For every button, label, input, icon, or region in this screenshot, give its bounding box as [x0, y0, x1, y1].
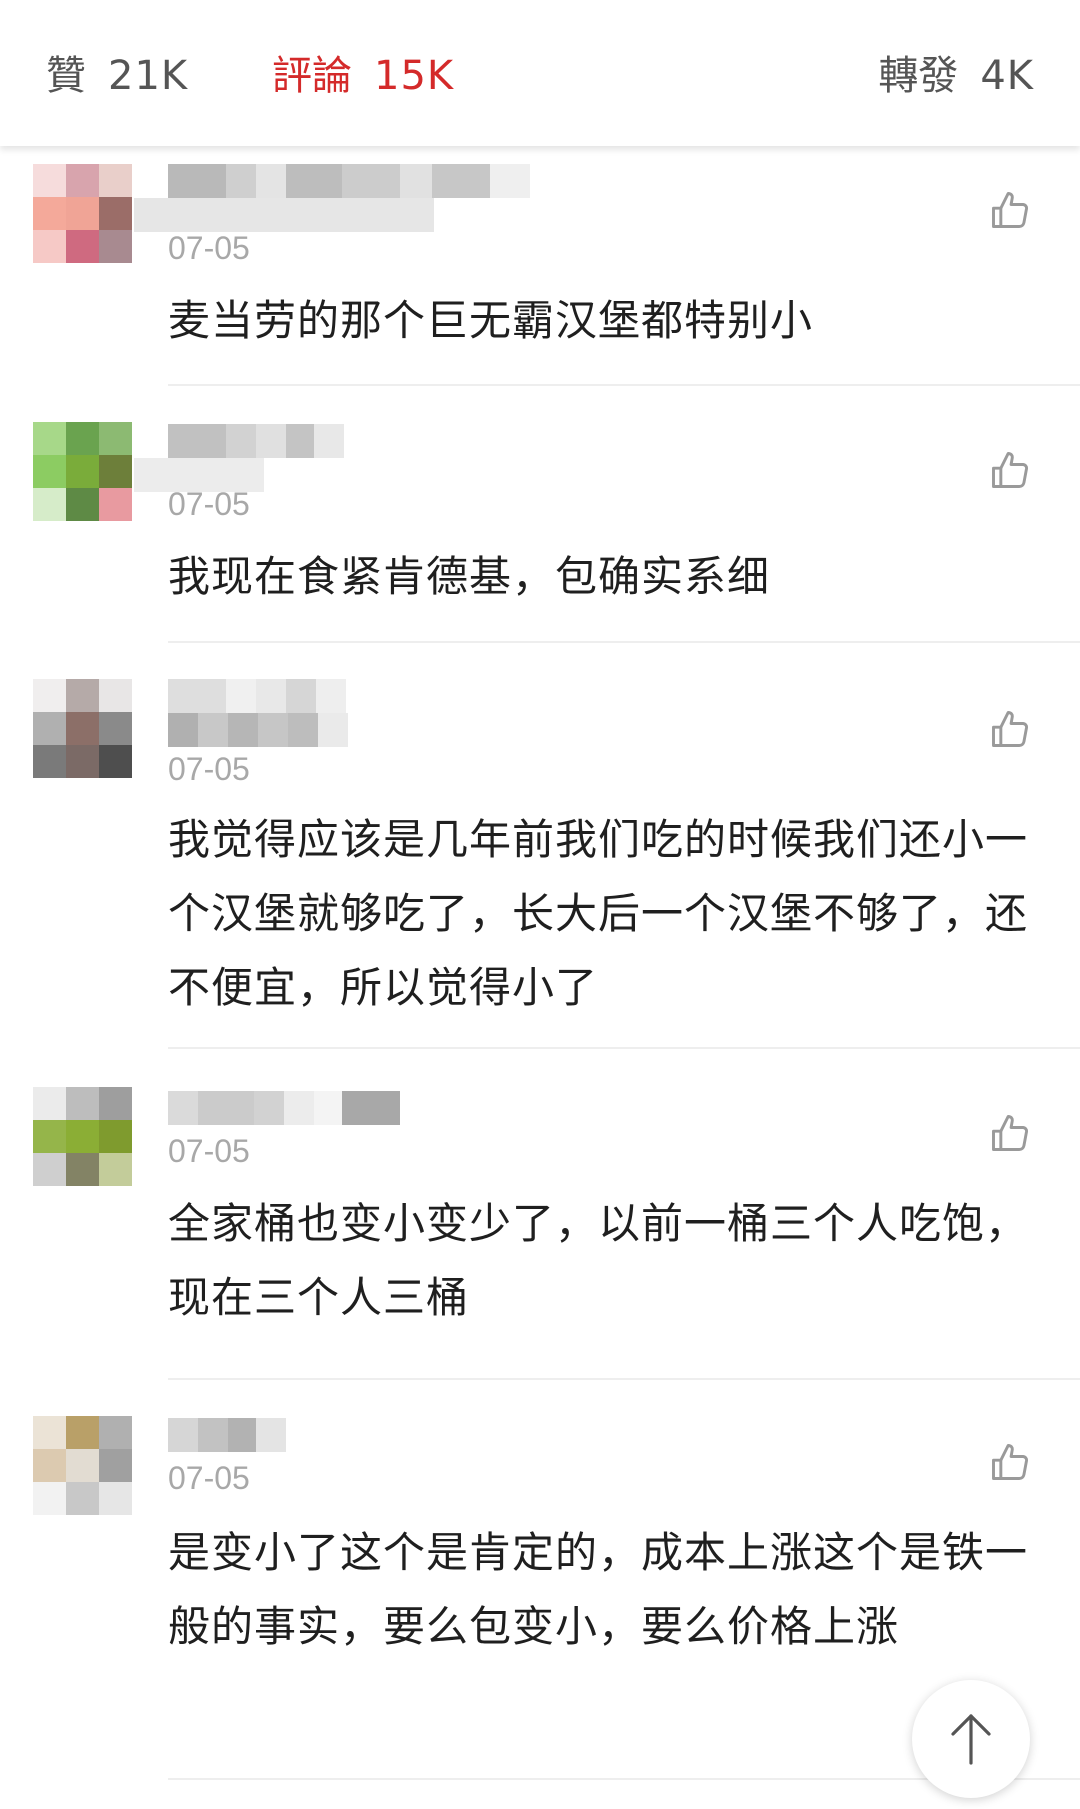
reposts-count: 4K	[980, 53, 1034, 99]
username-blurred[interactable]	[168, 424, 344, 458]
avatar[interactable]	[33, 1416, 132, 1515]
reposts-tab[interactable]: 轉發 4K	[878, 46, 1034, 106]
reposts-label: 轉發	[878, 53, 959, 99]
comment-item: 07-05 麦当劳的那个巨无霸汉堡都特别小	[33, 146, 1080, 386]
likes-count: 21K	[108, 53, 189, 99]
avatar[interactable]	[33, 164, 132, 263]
avatar[interactable]	[33, 1087, 132, 1186]
comment-text: 我觉得应该是几年前我们吃的时候我们还小一个汉堡就够吃了，长大后一个汉堡不够了，还…	[168, 815, 1029, 1012]
thumbs-up-icon[interactable]	[988, 707, 1032, 751]
arrow-up-icon	[951, 1714, 991, 1765]
stats-bar: 贊 21K 評論 15K 轉發 4K	[0, 0, 1080, 146]
avatar[interactable]	[33, 422, 132, 521]
comments-tab[interactable]: 評論 15K	[272, 46, 454, 106]
thumbs-up-icon[interactable]	[988, 1111, 1032, 1155]
comment-date: 07-05	[168, 751, 250, 787]
likes-tab[interactable]: 贊 21K	[46, 46, 188, 106]
username-blurred[interactable]	[168, 1091, 400, 1125]
thumbs-up-icon[interactable]	[988, 188, 1032, 232]
comment-date: 07-05	[168, 1460, 250, 1496]
comment-text: 全家桶也变小变少了，以前一桶三个人吃饱，现在三个人三桶	[168, 1199, 1029, 1322]
comment-item: 07-05 全家桶也变小变少了，以前一桶三个人吃饱，现在三个人三桶	[33, 1049, 1080, 1380]
comments-count: 15K	[374, 53, 455, 99]
thumbs-up-icon[interactable]	[988, 1440, 1032, 1484]
avatar[interactable]	[33, 679, 132, 778]
comment-item: 07-05 我现在食紧肯德基，包确实系细	[33, 386, 1080, 643]
thumbs-up-icon[interactable]	[988, 448, 1032, 492]
comment-item: 07-05 我觉得应该是几年前我们吃的时候我们还小一个汉堡就够吃了，长大后一个汉…	[33, 643, 1080, 1049]
comment-date: 07-05	[168, 1133, 250, 1169]
comments-label: 評論	[272, 53, 352, 99]
comment-list: 07-05 麦当劳的那个巨无霸汉堡都特别小 07-05 我现在食紧肯德基，包确实…	[0, 146, 1080, 1780]
scroll-to-top-button[interactable]	[912, 1680, 1030, 1798]
username-blurred	[134, 198, 434, 232]
comment-text: 我现在食紧肯德基，包确实系细	[168, 552, 771, 601]
comment-text: 麦当劳的那个巨无霸汉堡都特别小	[168, 296, 814, 345]
comment-text: 是变小了这个是肯定的，成本上涨这个是铁一般的事实，要么包变小，要么价格上涨	[168, 1528, 1029, 1651]
comment-date: 07-05	[168, 230, 250, 266]
username-blurred[interactable]	[168, 164, 530, 198]
username-blurred[interactable]	[168, 1418, 286, 1452]
username-blurred[interactable]	[168, 679, 346, 713]
username-blurred[interactable]	[168, 713, 348, 747]
likes-label: 贊	[46, 53, 86, 99]
comment-date: 07-05	[168, 486, 250, 522]
